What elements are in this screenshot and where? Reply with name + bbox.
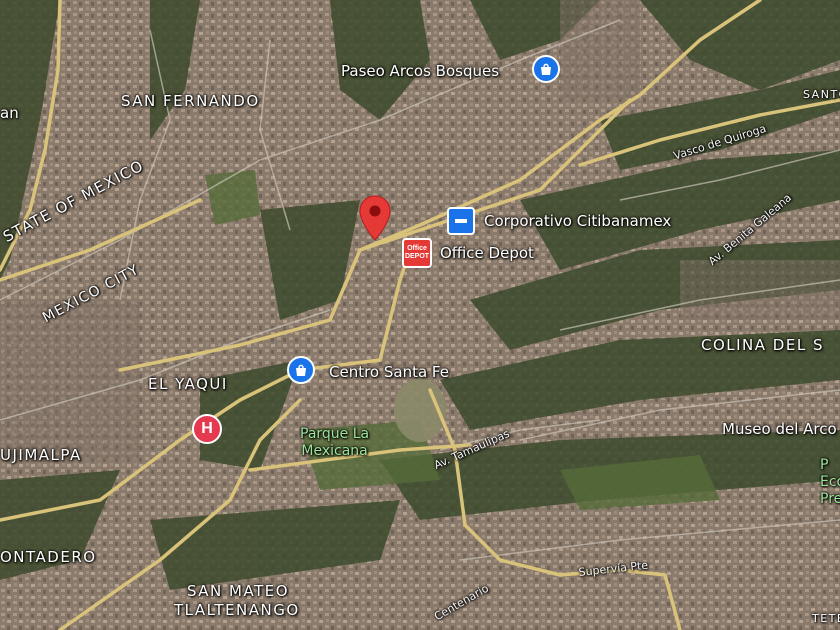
- poi-label-corporativo-citibanamex[interactable]: Corporativo Citibanamex: [484, 212, 671, 230]
- area-label-bottom-right-edge: TETE: [812, 612, 840, 625]
- park-eco-line2: Eco: [820, 474, 840, 490]
- park-eco-line1: P: [820, 457, 829, 473]
- shopping-bag-icon[interactable]: [532, 55, 560, 83]
- satellite-map[interactable]: SAN FERNANDO STATE OF MEXICO MEXICO CITY…: [0, 0, 840, 630]
- poi-label-office-depot[interactable]: Office Depot: [440, 244, 534, 262]
- area-label-left-edge: an: [0, 104, 19, 122]
- park-eco-line3: Presa: [820, 491, 840, 507]
- area-label-cuajimalpa: UJIMALPA: [0, 446, 82, 464]
- poi-label-centro-santa-fe[interactable]: Centro Santa Fe: [329, 363, 449, 381]
- area-label-santa-fe-edge: SANTO: [803, 88, 840, 101]
- hospital-icon[interactable]: H: [192, 414, 222, 444]
- area-label-tlaltenango: TLALTENANGO: [174, 601, 300, 619]
- area-label-el-yaqui: EL YAQUI: [148, 375, 228, 393]
- park-label-parque-la-mexicana[interactable]: Parque La Mexicana: [300, 426, 369, 460]
- park-label-presa-eco[interactable]: P Eco Presa: [820, 457, 840, 508]
- poi-label-paseo-arcos-bosques[interactable]: Paseo Arcos Bosques: [341, 62, 499, 80]
- shopping-bag-icon[interactable]: [287, 356, 315, 384]
- area-label-colina-del-sur: COLINA DEL S: [701, 336, 824, 354]
- location-marker-icon[interactable]: [359, 195, 391, 241]
- area-label-san-mateo: SAN MATEO: [187, 582, 290, 600]
- park-label-line1: Parque La: [300, 426, 370, 442]
- park-label-line2: Mexicana: [301, 443, 368, 459]
- office-depot-logo-icon[interactable]: Office DEPOT: [402, 238, 432, 268]
- area-label-san-fernando: SAN FERNANDO: [121, 92, 260, 110]
- area-label-contadero: ONTADERO: [0, 548, 97, 566]
- office-depot-logo-text: Office DEPOT: [404, 245, 430, 260]
- business-icon[interactable]: [447, 207, 475, 235]
- poi-label-museo[interactable]: Museo del Arco: [722, 420, 837, 438]
- hospital-letter: H: [201, 420, 213, 437]
